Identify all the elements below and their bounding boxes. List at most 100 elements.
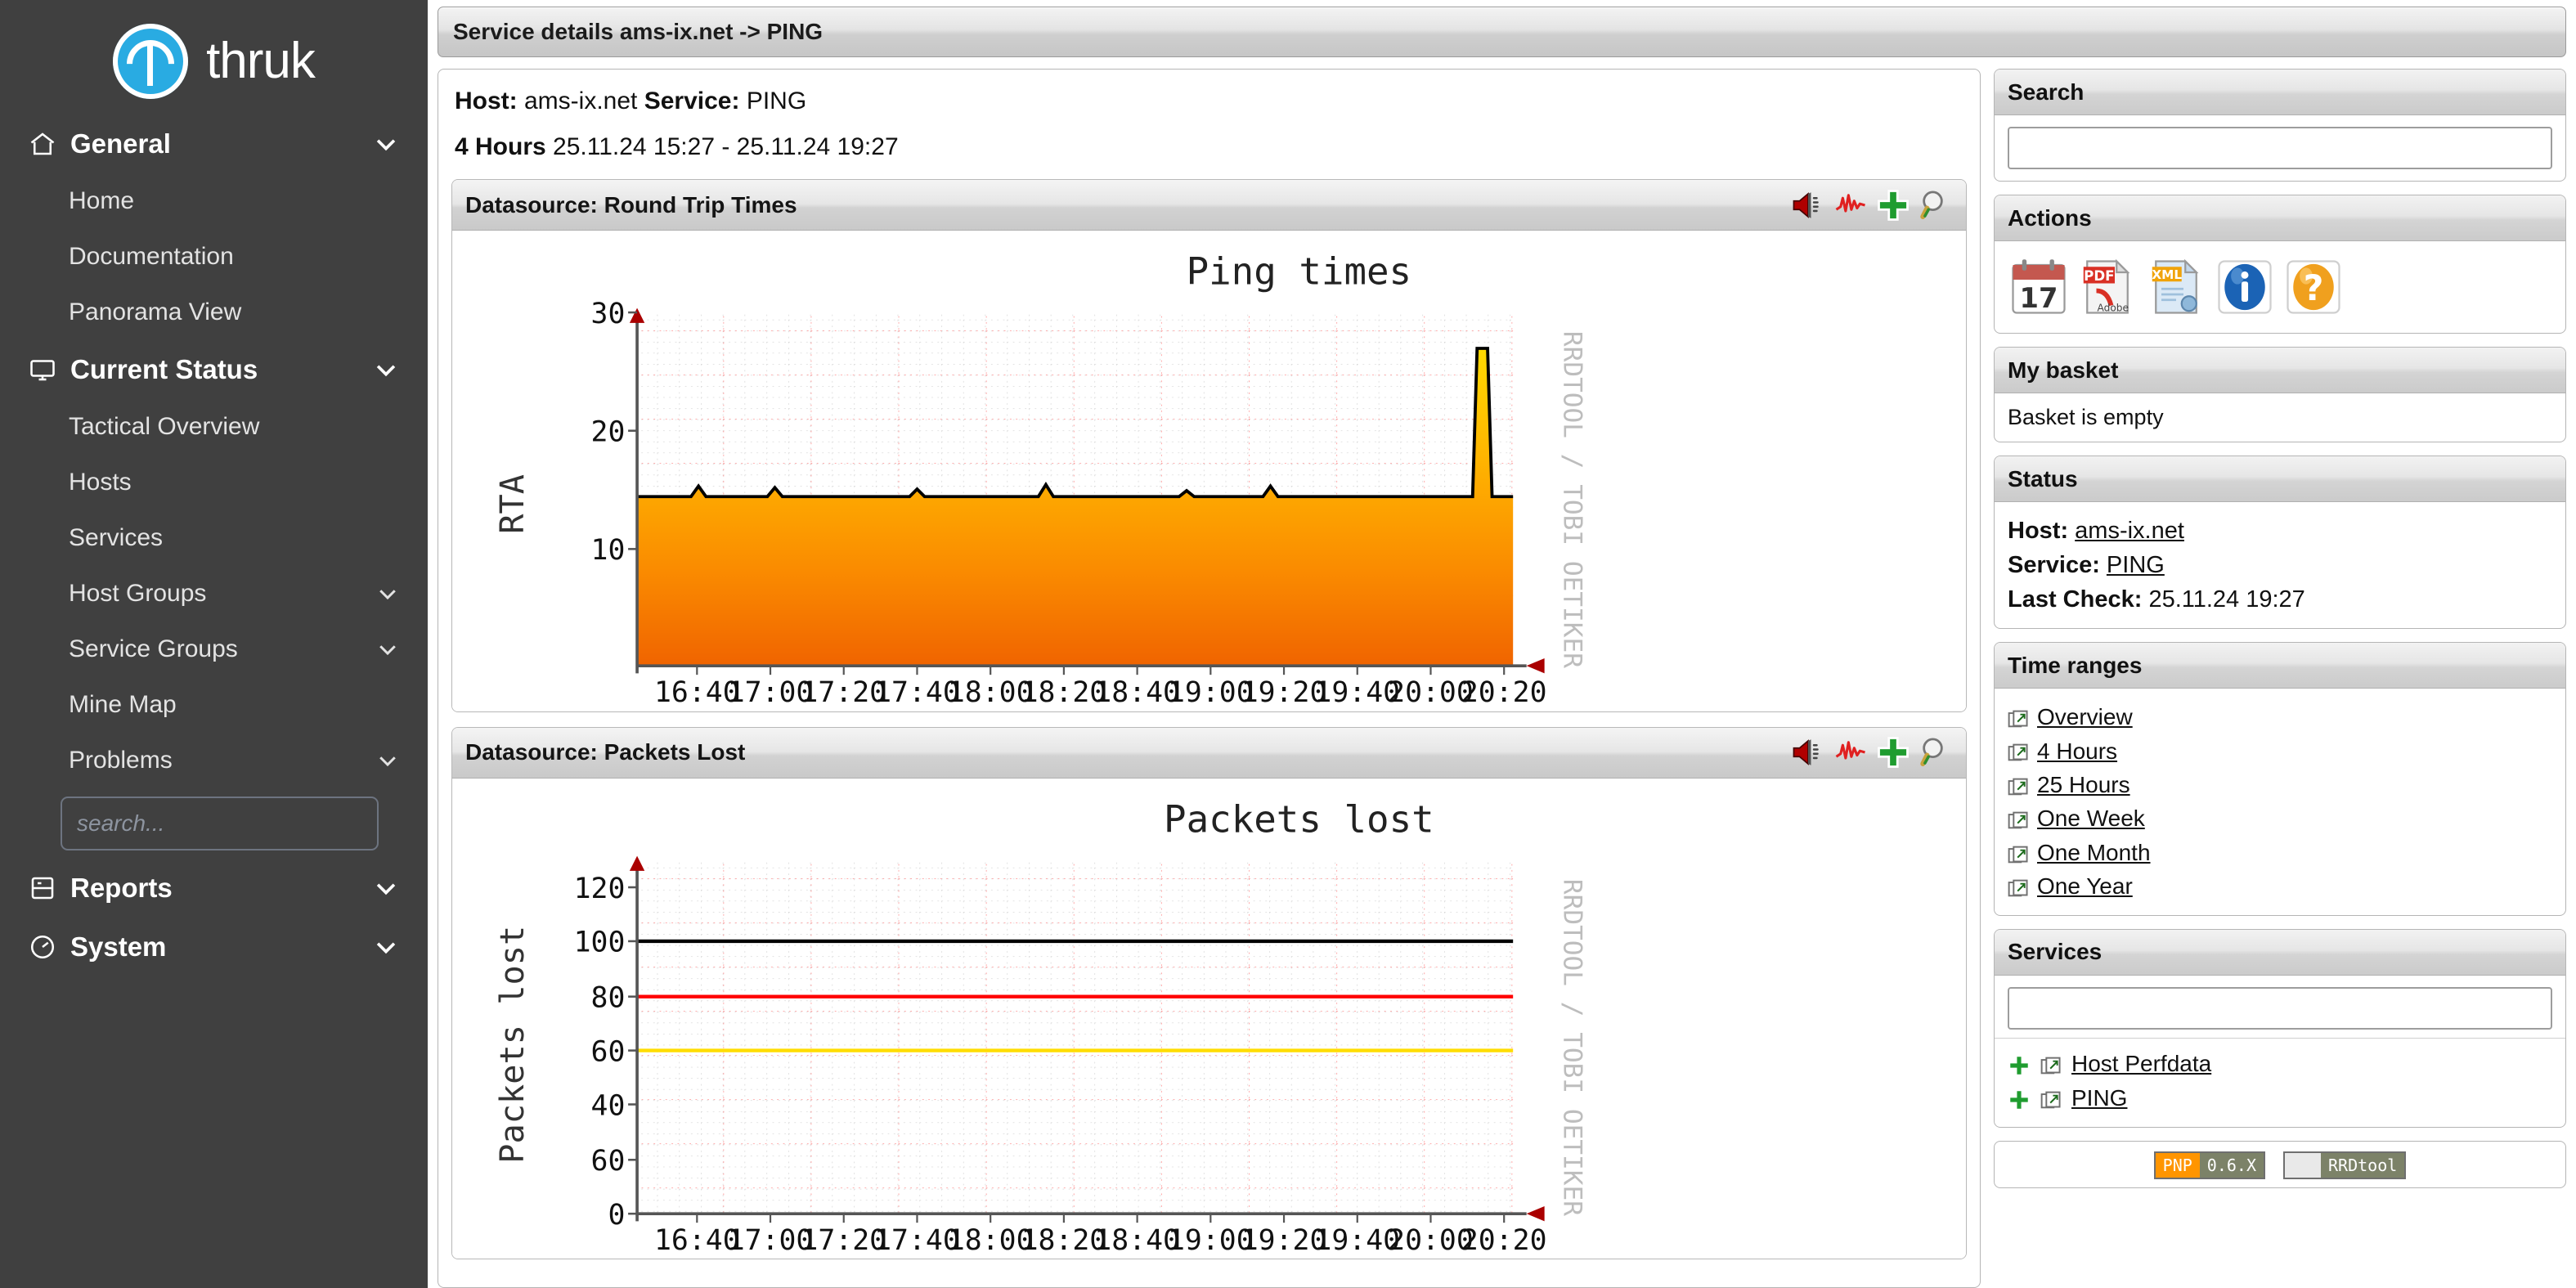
status-service-link[interactable]: PING (2107, 552, 2165, 578)
datasource-title: Datasource: Packets Lost (465, 739, 746, 765)
sidebar-group-reports[interactable]: Reports (0, 859, 428, 918)
status-host-label: Host: (2008, 518, 2069, 544)
sidebar-item-service-groups[interactable]: Service Groups (0, 622, 428, 677)
svg-text:RRDTOOL / TOBI OETIKER: RRDTOOL / TOBI OETIKER (1557, 878, 1586, 1215)
sidebar-item-label: Host Groups (69, 580, 207, 607)
right-sidebar: Search Actions 17 PDF Adobe XML ? My bas… (1994, 69, 2566, 1288)
status-service-label: Service: (2008, 552, 2100, 579)
datasource-panel-header: Datasource: Packets Lost (452, 727, 1966, 779)
svg-text:20: 20 (591, 416, 626, 449)
sidebar-item-documentation[interactable]: Documentation (0, 229, 428, 285)
time-range-label: One Week (2037, 806, 2145, 832)
external-link-icon (2008, 842, 2029, 864)
svg-text:Packets lost: Packets lost (1164, 797, 1434, 841)
sidebar-search-input[interactable] (61, 797, 379, 850)
datasource-panel-body: Ping times RTA 30 20 10 16:40 17:00 17:2… (452, 231, 1966, 711)
external-link-icon (2008, 774, 2029, 796)
magnifier-icon[interactable] (1919, 735, 1953, 770)
status-lastcheck-value: 25.11.24 19:27 (2148, 586, 2305, 613)
svg-text:?: ? (2304, 268, 2324, 309)
time-range-25-hours[interactable]: 25 Hours (2008, 768, 2552, 801)
sidebar-item-home[interactable]: Home (0, 173, 428, 229)
chevron-down-icon (372, 933, 400, 961)
time-range-label: 25 Hours (2037, 772, 2130, 798)
help-icon[interactable]: ? (2284, 258, 2343, 316)
page-root: thruk General Home Documentation Panoram… (0, 0, 2576, 1288)
home-icon (28, 129, 57, 159)
sidebar-item-tactical-overview[interactable]: Tactical Overview (0, 399, 428, 455)
chart-packets-lost: Packets lost Packets lost 120 100 80 60 … (460, 790, 1958, 1259)
time-range-one-year[interactable]: One Year (2008, 869, 2552, 903)
datasource-title: Datasource: Round Trip Times (465, 191, 797, 218)
action-icon-row: 17 PDF Adobe XML ? (2008, 253, 2552, 321)
rrdtool-badge[interactable]: RRDtool (2283, 1151, 2407, 1179)
pnp-badge-right: 0.6.X (2199, 1152, 2264, 1178)
sound-icon[interactable] (1791, 735, 1825, 770)
range-label: 4 Hours (455, 133, 546, 160)
status-box-body: Host: ams-ix.net Service: PING Last Chec… (1995, 502, 2565, 628)
search-input[interactable] (2008, 127, 2552, 169)
search-box: Search (1994, 69, 2566, 182)
app-logo-text: thruk (206, 33, 316, 89)
time-range-label: One Year (2037, 873, 2133, 900)
sidebar-item-host-groups[interactable]: Host Groups (0, 566, 428, 622)
sidebar-item-mine-map[interactable]: Mine Map (0, 677, 428, 733)
datasource-panel-body: Packets lost Packets lost 120 100 80 60 … (452, 778, 1966, 1259)
svg-text:Packets lost: Packets lost (494, 925, 532, 1163)
time-range-overview[interactable]: Overview (2008, 700, 2552, 734)
heartbeat-icon[interactable] (1833, 735, 1868, 770)
heartbeat-icon[interactable] (1833, 188, 1868, 222)
graph-column: Host: ams-ix.net Service: PING 4 Hours 2… (438, 69, 1981, 1288)
sidebar-group-system[interactable]: System (0, 918, 428, 976)
sidebar-group-label: Reports (70, 873, 173, 903)
sidebar-group-label: Current Status (70, 354, 258, 384)
footer-badges: PNP 0.6.X RRDtool (1995, 1142, 2565, 1187)
magnifier-icon[interactable] (1919, 188, 1953, 222)
page-title: Service details ams-ix.net -> PING (438, 7, 2566, 57)
time-range-one-month[interactable]: One Month (2008, 836, 2552, 869)
range-value: 25.11.24 15:27 - 25.11.24 19:27 (553, 133, 899, 160)
status-lastcheck-label: Last Check: (2008, 586, 2143, 613)
pnp-version-badge[interactable]: PNP 0.6.X (2153, 1151, 2266, 1179)
svg-text:Ping times: Ping times (1187, 249, 1412, 293)
sound-icon[interactable] (1791, 188, 1825, 222)
datasource-icon-group (1791, 735, 1953, 770)
info-icon[interactable] (2215, 258, 2274, 316)
svg-text:17: 17 (2020, 282, 2058, 314)
time-ranges-box: Time ranges Overview 4 Hours 25 Hours On… (1994, 642, 2566, 916)
sidebar-item-problems[interactable]: Problems (0, 733, 428, 788)
status-host-link[interactable]: ams-ix.net (2075, 518, 2184, 544)
monitor-icon (28, 355, 57, 384)
service-item-ping[interactable]: PING (2008, 1081, 2552, 1115)
rrdtool-badge-left (2285, 1152, 2322, 1178)
time-range-4-hours[interactable]: 4 Hours (2008, 734, 2552, 768)
actions-box-title: Actions (1995, 195, 2565, 241)
datasource-panel-round-trip-times: Datasource: Round Trip Times Ping times … (451, 179, 1967, 712)
footer-badges-box: PNP 0.6.X RRDtool (1994, 1140, 2566, 1188)
plus-icon[interactable] (1876, 735, 1910, 770)
app-logo[interactable]: thruk (0, 8, 428, 114)
sidebar-group-general[interactable]: General (0, 114, 428, 173)
services-box-title: Services (1995, 929, 2565, 976)
time-range-label: One Month (2037, 839, 2151, 865)
status-lastcheck-row: Last Check: 25.11.24 19:27 (2008, 582, 2552, 617)
basket-box: My basket Basket is empty (1994, 347, 2566, 442)
svg-text:RRDTOOL / TOBI OETIKER: RRDTOOL / TOBI OETIKER (1557, 331, 1586, 668)
service-item-host-perfdata[interactable]: Host Perfdata (2008, 1047, 2552, 1081)
sidebar-item-hosts[interactable]: Hosts (0, 455, 428, 510)
sidebar-item-services[interactable]: Services (0, 510, 428, 566)
sidebar-group-current-status[interactable]: Current Status (0, 340, 428, 399)
calendar-icon[interactable]: 17 (2009, 258, 2068, 316)
sidebar-group-label: System (70, 931, 167, 962)
time-range-one-week[interactable]: One Week (2008, 801, 2552, 835)
services-filter-input[interactable] (2008, 986, 2552, 1030)
sidebar-item-panorama-view[interactable]: Panorama View (0, 285, 428, 340)
search-box-body (1995, 115, 2565, 181)
plus-icon[interactable] (1876, 188, 1910, 222)
external-link-icon (2040, 1053, 2062, 1075)
services-list: Host Perfdata PING (1995, 1037, 2565, 1127)
xml-icon[interactable]: XML (2147, 258, 2206, 316)
datasource-panel-header: Datasource: Round Trip Times (452, 180, 1966, 231)
pdf-icon[interactable]: PDF Adobe (2078, 258, 2137, 316)
datasource-icon-group (1791, 188, 1953, 222)
